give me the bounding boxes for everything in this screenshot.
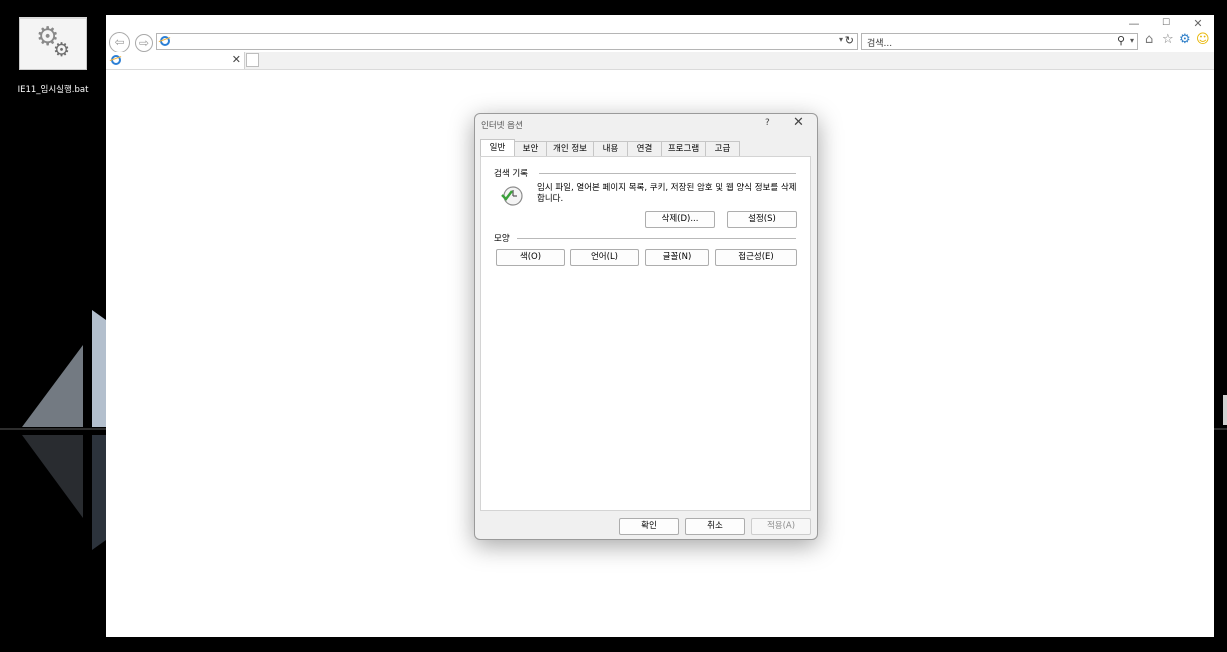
back-button[interactable]: ⇦: [109, 32, 130, 53]
desktop-icon-ie11-bat[interactable]: ⚙ ⚙ IE11_임시실행.bat: [10, 17, 96, 95]
accessibility-button[interactable]: 접근성(E): [715, 249, 797, 266]
tab-ie-icon: [111, 55, 121, 65]
refresh-icon[interactable]: ↻: [845, 34, 854, 47]
search-box[interactable]: 검색... ⚲ ▾: [861, 33, 1138, 50]
settings-gear-icon[interactable]: ⚙: [1179, 33, 1191, 47]
favorites-star-icon[interactable]: ☆: [1162, 33, 1174, 47]
wallpaper-art: [0, 310, 106, 550]
cancel-button[interactable]: 취소: [685, 518, 745, 535]
tab-programs[interactable]: 프로그램: [661, 141, 706, 156]
tab-strip: ✕: [106, 52, 1214, 70]
tab-general[interactable]: 일반: [480, 139, 515, 156]
browser-tab[interactable]: ✕: [106, 52, 245, 69]
apply-button[interactable]: 적용(A): [751, 518, 811, 535]
tab-content[interactable]: 내용: [593, 141, 628, 156]
help-button[interactable]: ?: [765, 118, 770, 128]
appearance-group-divider: [517, 238, 796, 239]
internet-options-dialog: 인터넷 옵션 ? ✕ 일반 보안 개인 정보 내용 연결 프로그램 고급 검색 …: [474, 113, 818, 540]
appearance-group-label: 모양: [494, 234, 510, 244]
minimize-button[interactable]: —: [1119, 17, 1149, 30]
general-tab-panel: 검색 기록 임시 파일, 열어본 페이지 목록, 쿠키, 저장된 암호 및 웹 …: [480, 156, 811, 511]
gear-file-icon: ⚙ ⚙: [19, 17, 87, 70]
tab-privacy[interactable]: 개인 정보: [546, 141, 594, 156]
small-gear-icon: ⚙: [53, 39, 71, 61]
search-input[interactable]: 검색...: [867, 36, 892, 49]
fonts-button[interactable]: 글꼴(N): [645, 249, 709, 266]
search-dropdown-icon[interactable]: ▾: [1130, 36, 1134, 45]
forward-icon: ⇨: [138, 36, 150, 50]
forward-button[interactable]: ⇨: [135, 34, 153, 52]
history-clock-icon: [501, 186, 523, 206]
tab-advanced[interactable]: 고급: [705, 141, 740, 156]
ok-button[interactable]: 확인: [619, 518, 679, 535]
ie-page-icon: [160, 36, 170, 46]
languages-button[interactable]: 언어(L): [570, 249, 639, 266]
colors-button[interactable]: 색(O): [496, 249, 565, 266]
tab-connections[interactable]: 연결: [627, 141, 662, 156]
home-icon[interactable]: ⌂: [1145, 33, 1153, 47]
delete-history-button[interactable]: 삭제(D)...: [645, 211, 715, 228]
back-icon: ⇦: [114, 35, 125, 49]
tab-security[interactable]: 보안: [514, 141, 547, 156]
history-settings-button[interactable]: 설정(S): [727, 211, 797, 228]
maximize-button[interactable]: ☐: [1151, 18, 1181, 28]
history-group-divider: [539, 173, 796, 174]
address-dropdown-icon[interactable]: ▾: [839, 35, 843, 44]
tab-close-icon[interactable]: ✕: [232, 53, 241, 66]
dialog-close-button[interactable]: ✕: [793, 115, 804, 130]
smiley-feedback-icon[interactable]: ☺: [1196, 33, 1210, 47]
dialog-title: 인터넷 옵션: [481, 121, 523, 131]
new-tab-button[interactable]: [246, 53, 259, 67]
history-description: 임시 파일, 열어본 페이지 목록, 쿠키, 저장된 암호 및 웹 양식 정보를…: [537, 183, 797, 204]
desktop-icon-label: IE11_임시실행.bat: [17, 85, 89, 95]
address-bar[interactable]: ▾ ↻: [156, 33, 858, 50]
wallpaper-art-right: [1214, 395, 1227, 430]
history-group-label: 검색 기록: [494, 169, 528, 179]
close-window-button[interactable]: ✕: [1183, 17, 1213, 30]
search-icon[interactable]: ⚲: [1117, 34, 1125, 47]
